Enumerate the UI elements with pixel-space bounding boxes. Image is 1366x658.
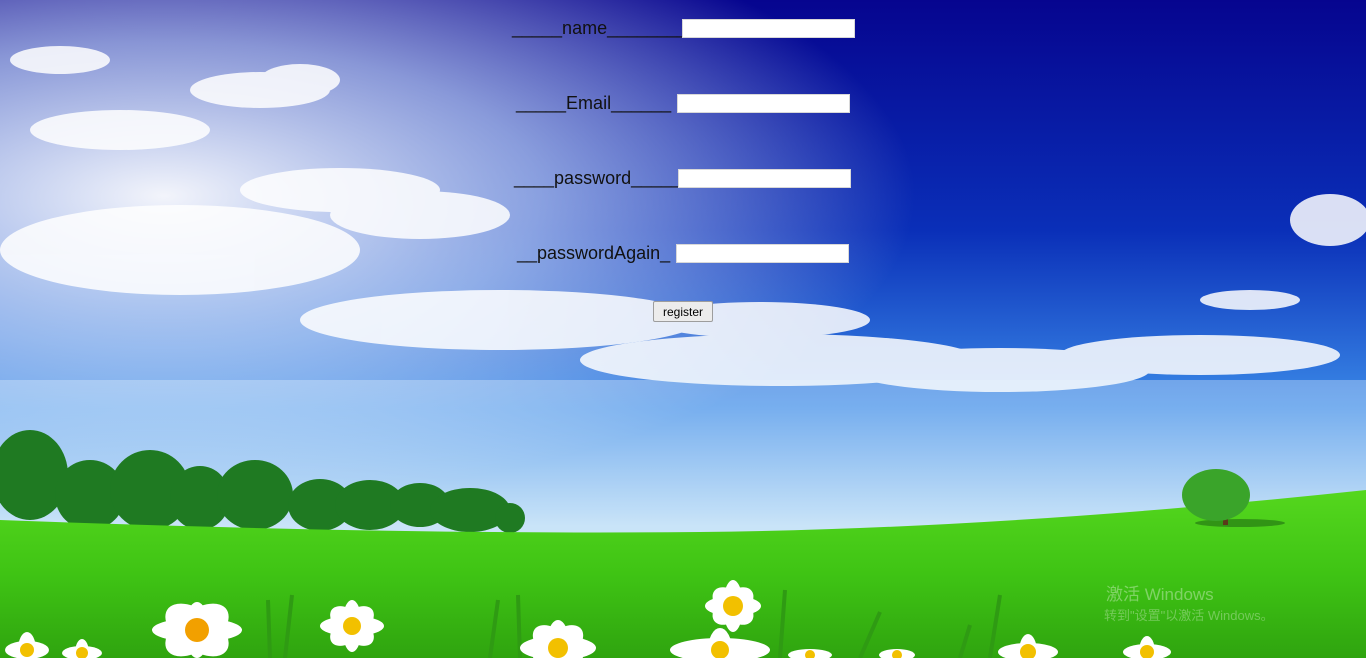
name-input[interactable] (682, 19, 855, 38)
password-input[interactable] (678, 169, 851, 188)
activate-windows-watermark-title: 激活 Windows (1106, 585, 1214, 604)
activate-windows-watermark-subtitle: 转到"设置"以激活 Windows。 (1104, 608, 1274, 623)
register-button[interactable]: register (653, 301, 713, 322)
password-again-input[interactable] (676, 244, 849, 263)
email-label: _____Email______ (516, 93, 672, 113)
name-label: _____name________ (512, 18, 688, 38)
password-label: ____password_____ (514, 168, 682, 188)
password-again-label: __passwordAgain_ (517, 243, 671, 263)
email-input[interactable] (677, 94, 850, 113)
